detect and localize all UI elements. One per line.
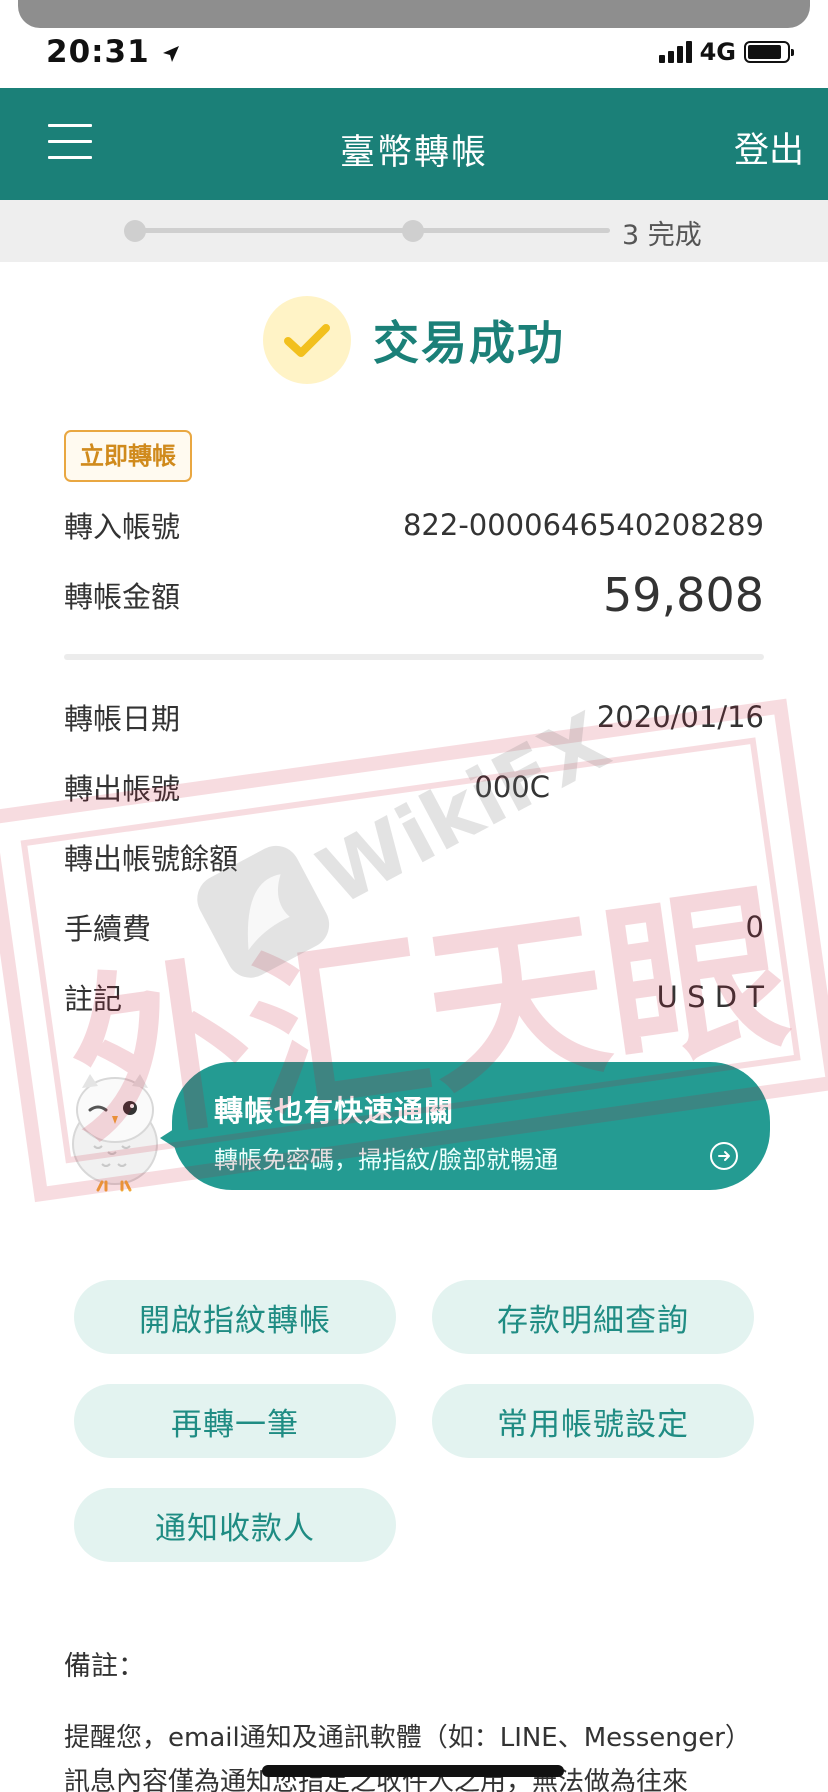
detail-row: 手續費 0 (64, 906, 764, 948)
detail-label: 轉出帳號 (64, 772, 181, 806)
logout-button[interactable]: 登出 (734, 122, 804, 173)
detail-label: 註記 (64, 982, 123, 1016)
promo-banner: 轉帳也有快速通關 轉帳免密碼，掃指紋/臉部就暢通 (60, 1060, 770, 1192)
deposit-details-query-button[interactable]: 存款明細查詢 (432, 1280, 754, 1354)
battery-icon (744, 41, 794, 63)
transfer-type-badge: 立即轉帳 (64, 430, 192, 482)
transaction-result: 交易成功 (0, 296, 828, 384)
progress-stepper: 3 完成 (0, 200, 828, 262)
detail-value: 2020/01/16 (596, 700, 764, 734)
notes-text: 提醒您，email通知及通訊軟體（如：LINE、Messenger）訊息內容僅為… (64, 1723, 751, 1792)
network-type: 4G (699, 38, 736, 66)
owl-mascot-icon (72, 1074, 158, 1192)
status-time: 20:31 (46, 34, 181, 70)
detail-label: 轉出帳號餘額 (64, 842, 239, 876)
progress-step-2 (402, 220, 424, 242)
location-arrow-icon (163, 45, 180, 62)
arrow-right-circle-icon (710, 1142, 738, 1170)
detail-row: 轉出帳號餘額 (64, 836, 764, 878)
detail-value: 000C (474, 770, 550, 804)
detail-row: 轉出帳號 000C (64, 766, 764, 808)
divider (64, 654, 764, 660)
amount-value: 59,808 (603, 568, 764, 622)
progress-step-1 (124, 220, 146, 242)
notes-title: 備註： (64, 1651, 145, 1682)
cellular-signal-icon (658, 41, 692, 63)
progress-track (126, 228, 610, 233)
amount-label: 轉帳金額 (64, 580, 181, 614)
detail-value: U S D T (656, 980, 764, 1014)
detail-label: 轉帳日期 (64, 702, 181, 736)
status-bar: 20:31 4G (0, 28, 828, 88)
redaction-bar (262, 1765, 564, 1777)
device-bezel (18, 0, 810, 28)
result-text: 交易成功 (373, 316, 565, 370)
check-icon (263, 296, 351, 384)
amount-row: 轉帳金額 59,808 (64, 568, 764, 622)
progress-step-3-label: 3 完成 (622, 220, 702, 251)
detail-label: 手續費 (64, 912, 152, 946)
page-title: 臺幣轉帳 (339, 133, 488, 173)
detail-row: 轉帳日期 2020/01/16 (64, 696, 764, 738)
to-account-row: 轉入帳號 822-0000646540208289 (64, 504, 764, 546)
status-indicators: 4G (658, 38, 794, 66)
detail-row: 註記 U S D T (64, 976, 764, 1018)
enable-fingerprint-transfer-button[interactable]: 開啟指紋轉帳 (74, 1280, 396, 1354)
to-account-label: 轉入帳號 (64, 510, 181, 544)
detail-value: 0 (745, 910, 764, 944)
promo-subtitle: 轉帳免密碼，掃指紋/臉部就暢通 (214, 1146, 559, 1174)
promo-title: 轉帳也有快速通關 (214, 1094, 455, 1128)
transfer-again-button[interactable]: 再轉一筆 (74, 1384, 396, 1458)
common-accounts-settings-button[interactable]: 常用帳號設定 (432, 1384, 754, 1458)
to-account-value: 822-0000646540208289 (402, 508, 764, 542)
fast-pass-promo-button[interactable]: 轉帳也有快速通關 轉帳免密碼，掃指紋/臉部就暢通 (172, 1062, 770, 1190)
app-header: 臺幣轉帳 登出 (0, 88, 828, 200)
notify-payee-button[interactable]: 通知收款人 (74, 1488, 396, 1562)
